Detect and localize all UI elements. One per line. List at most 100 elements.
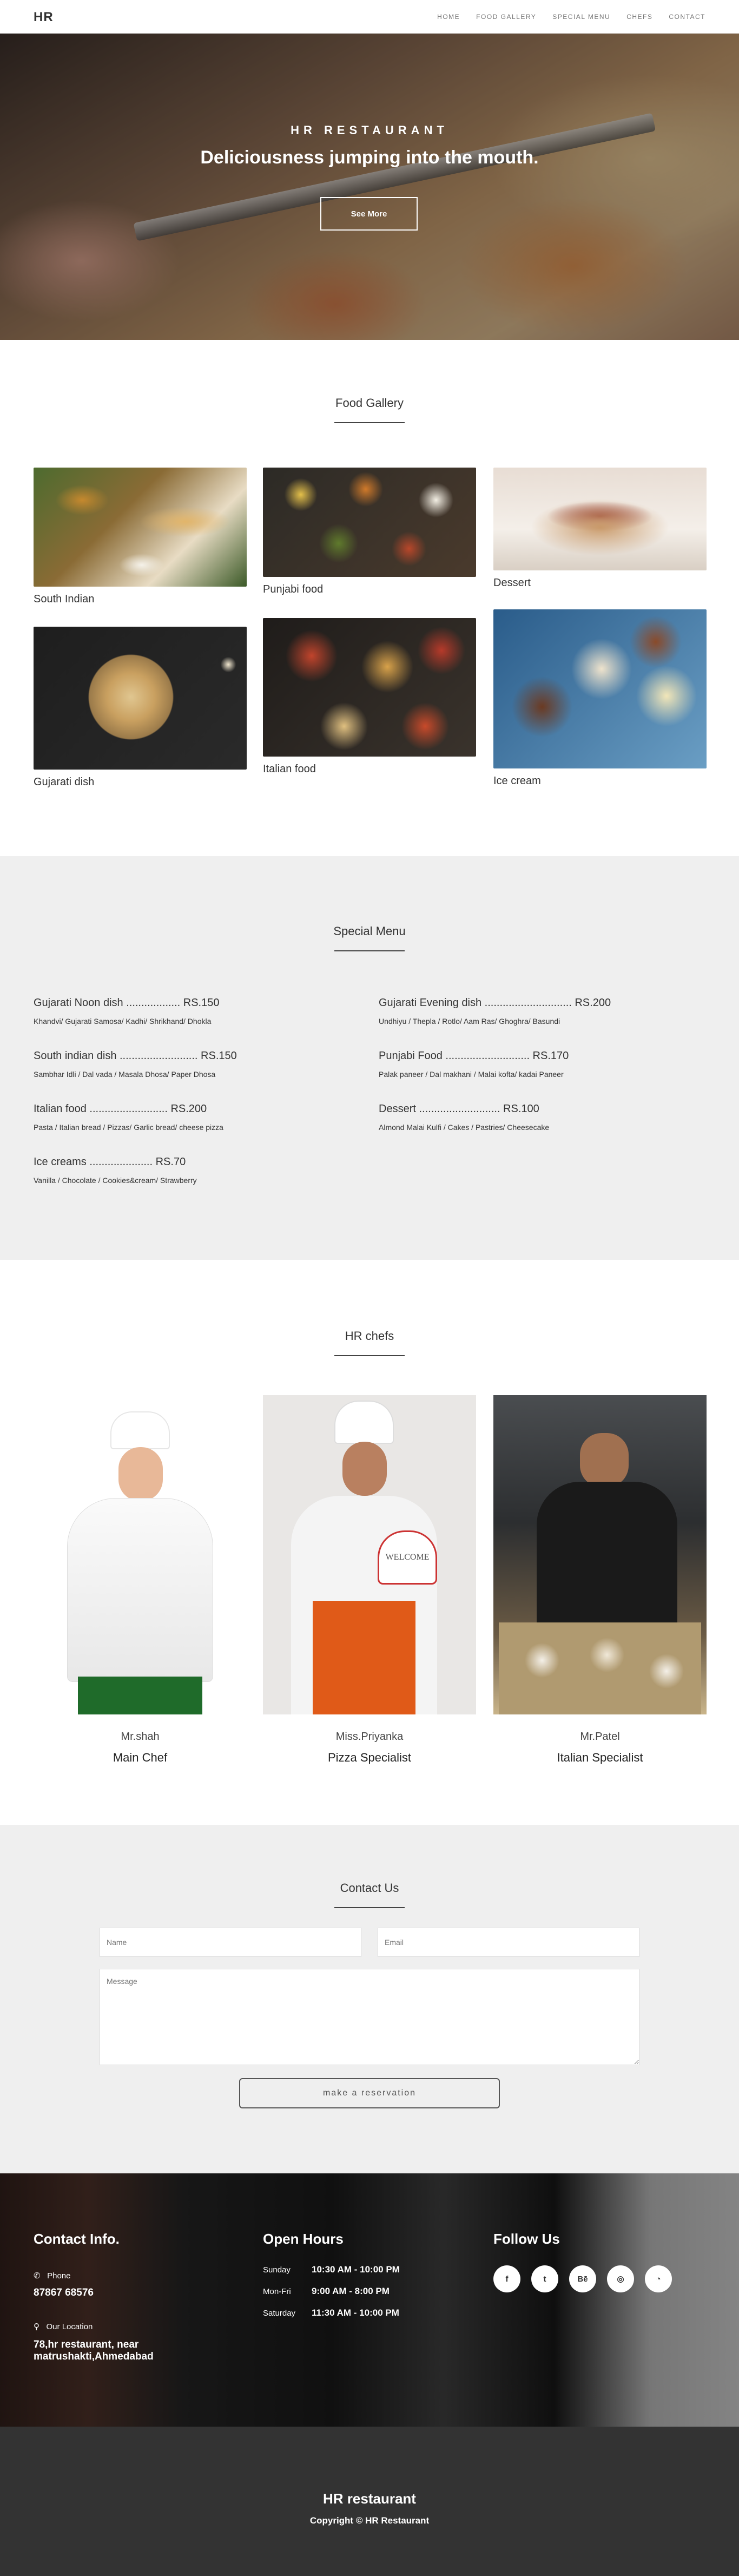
gallery-caption: South Indian <box>34 593 95 605</box>
facebook-icon[interactable]: f <box>493 2265 520 2292</box>
hours-row-time: 11:30 AM - 10:00 PM <box>312 2308 399 2318</box>
nav-link-special-menu[interactable]: SPECIAL MENU <box>552 13 610 21</box>
menu-item-title: Gujarati Noon dish .................. RS… <box>34 997 220 1009</box>
email-field[interactable] <box>378 1928 639 1957</box>
footer: HR restaurant Copyright © HR Restaurant <box>0 2427 739 2576</box>
gallery-item-ice-cream[interactable]: Ice cream <box>493 609 707 787</box>
menu-item-desc: Almond Malai Kulfi / Cakes / Pastries/ C… <box>379 1123 550 1132</box>
hero-banner: HR RESTAURANT Deliciousness jumping into… <box>0 34 739 340</box>
chef-role: Main Chef <box>113 1751 168 1764</box>
phone-icon: ✆ <box>34 2271 41 2281</box>
gallery-title-divider <box>334 422 405 423</box>
chef-photo: WELCOME <box>263 1395 476 1714</box>
food-plates-shape <box>499 1622 701 1714</box>
menu-title-divider <box>334 950 405 951</box>
gallery-item-punjabi-food[interactable]: Punjabi food <box>263 468 476 596</box>
chef-apron-shape <box>313 1601 415 1714</box>
footer-title: HR restaurant <box>323 2490 416 2507</box>
chef-hat-shape <box>110 1411 170 1449</box>
nav-link-food-gallery[interactable]: FOOD GALLERY <box>476 13 536 21</box>
menu-title: Special Menu <box>333 924 406 938</box>
menu-item: Gujarati Evening dish ..................… <box>379 997 682 1026</box>
chef-photo <box>493 1395 707 1714</box>
menu-item-desc: Palak paneer / Dal makhani / Malai kofta… <box>379 1070 564 1079</box>
south-indian-image <box>34 468 247 587</box>
chef-role: Pizza Specialist <box>327 1751 412 1764</box>
chef-name: Miss.Priyanka <box>335 1731 404 1743</box>
hero-title: Deliciousness jumping into the mouth. <box>200 147 539 168</box>
gallery-caption: Ice cream <box>493 775 541 787</box>
nav-link-contact[interactable]: CONTACT <box>669 13 705 21</box>
twitter-icon[interactable]: t <box>531 2265 558 2292</box>
gallery-item-italian-food[interactable]: Italian food <box>263 618 476 776</box>
github-icon[interactable]: ◔ <box>645 2265 672 2292</box>
dribbble-icon[interactable]: ◎ <box>607 2265 634 2292</box>
chef-hat-shape <box>334 1401 394 1444</box>
menu-item-desc: Undhiyu / Thepla / Rotlo/ Aam Ras/ Ghogh… <box>379 1017 560 1026</box>
hours-row-time: 10:30 AM - 10:00 PM <box>312 2264 400 2275</box>
info-band: Contact Info. ✆ Phone 87867 68576 ⚲ Our … <box>0 2173 739 2427</box>
menu-item-title: Punjabi Food ...........................… <box>379 1050 569 1062</box>
menu-item-desc: Vanilla / Chocolate / Cookies&cream/ Str… <box>34 1176 197 1185</box>
chef-coat-shape <box>537 1482 677 1633</box>
follow-us-title: Follow Us <box>493 2231 560 2247</box>
make-reservation-button[interactable]: make a reservation <box>239 2078 500 2108</box>
contact-title: Contact Us <box>340 1881 399 1895</box>
menu-item-title: Gujarati Evening dish ..................… <box>379 997 611 1009</box>
phone-number[interactable]: 87867 68576 <box>34 2287 94 2299</box>
hours-row-day: Mon-Fri <box>263 2287 291 2296</box>
phone-label: Phone <box>47 2271 71 2281</box>
nav-links: HOME FOOD GALLERY SPECIAL MENU CHEFS CON… <box>437 13 705 21</box>
gallery-item-south-indian[interactable]: South Indian <box>34 468 247 606</box>
hours-row-day: Saturday <box>263 2309 296 2318</box>
gallery-item-gujarati-dish[interactable]: Gujarati dish <box>34 627 247 788</box>
location-pin-icon: ⚲ <box>34 2322 39 2331</box>
contact-title-divider <box>334 1907 405 1908</box>
menu-item: Ice creams ..................... RS.70 V… <box>34 1156 336 1185</box>
name-field[interactable] <box>100 1928 361 1957</box>
chef-card-miss-priyanka: WELCOME Miss.Priyanka Pizza Specialist <box>263 1395 476 1765</box>
gallery-item-dessert[interactable]: Dessert <box>493 468 707 589</box>
menu-item: Dessert ........................... RS.1… <box>379 1103 682 1132</box>
brand-logo[interactable]: HR <box>34 10 54 25</box>
chef-role: Italian Specialist <box>557 1751 643 1764</box>
chef-face-shape <box>580 1433 629 1487</box>
dessert-image <box>493 468 707 570</box>
menu-item-desc: Pasta / Italian bread / Pizzas/ Garlic b… <box>34 1123 223 1132</box>
gallery-caption: Dessert <box>493 577 531 589</box>
location-row: ⚲ Our Location <box>34 2322 93 2331</box>
menu-item-desc: Sambhar Idli / Dal vada / Masala Dhosa/ … <box>34 1070 216 1079</box>
hours-row-day: Sunday <box>263 2265 291 2275</box>
message-field[interactable] <box>100 1969 639 2065</box>
contact-section: Contact Us make a reservation <box>0 1825 739 2173</box>
gallery-title: Food Gallery <box>335 396 404 410</box>
chef-coat-shape <box>67 1498 213 1682</box>
menu-item: Italian food .......................... … <box>34 1103 336 1132</box>
chef-apron-shape <box>78 1677 202 1714</box>
behance-icon[interactable]: Bē <box>569 2265 596 2292</box>
hero-kicker: HR RESTAURANT <box>291 123 448 137</box>
menu-item: South indian dish ......................… <box>34 1050 336 1079</box>
nav-link-home[interactable]: HOME <box>437 13 460 21</box>
menu-item-title: Italian food .......................... … <box>34 1103 207 1115</box>
welcome-heart-sign: WELCOME <box>378 1530 437 1585</box>
see-more-button[interactable]: See More <box>320 197 418 231</box>
menu-item-title: Ice creams ..................... RS.70 <box>34 1156 186 1168</box>
gujarati-dish-image <box>34 627 247 770</box>
chef-card-mr-patel: Mr.Patel Italian Specialist <box>493 1395 707 1765</box>
gallery-caption: Italian food <box>263 763 316 775</box>
italian-food-image <box>263 618 476 757</box>
chef-face-shape <box>118 1447 163 1501</box>
menu-item-desc: Khandvi/ Gujarati Samosa/ Kadhi/ Shrikha… <box>34 1017 212 1026</box>
contact-info-title: Contact Info. <box>34 2231 120 2247</box>
menu-item-title: Dessert ........................... RS.1… <box>379 1103 539 1115</box>
address: 78,hr restaurant, near matrushakti,Ahmed… <box>34 2339 154 2362</box>
footer-copyright: Copyright © HR Restaurant <box>309 2515 430 2526</box>
menu-item: Punjabi Food ...........................… <box>379 1050 682 1079</box>
punjabi-food-image <box>263 468 476 577</box>
nav-link-chefs[interactable]: CHEFS <box>626 13 652 21</box>
gallery-caption: Punjabi food <box>263 583 324 595</box>
menu-item-title: South indian dish ......................… <box>34 1050 237 1062</box>
location-label: Our Location <box>46 2322 93 2331</box>
chefs-title-divider <box>334 1355 405 1356</box>
